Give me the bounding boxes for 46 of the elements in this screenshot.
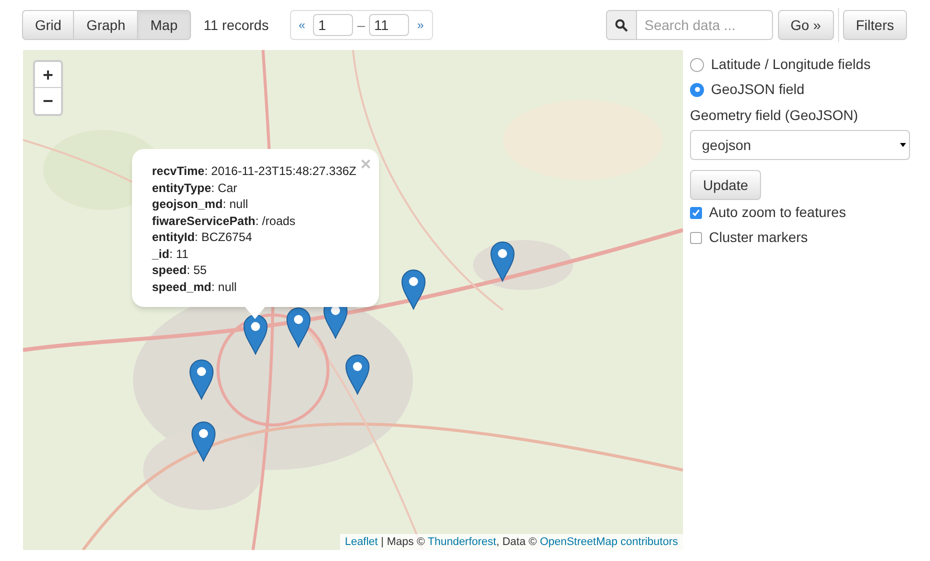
map-marker-icon[interactable] [188,359,214,400]
checkbox-label: Cluster markers [709,228,808,247]
radio-button[interactable] [690,82,704,96]
map-attribution: Leaflet | Maps © Thunderforest, Data © OpenStreetMap contributors [340,534,683,550]
search-icon [614,18,628,32]
view-tab[interactable]: Graph [73,10,138,40]
previous-page-button[interactable]: « [294,16,310,34]
map-marker-icon[interactable] [242,314,268,355]
radio-label: Latitude / Longitude fields [711,55,871,74]
radio-button[interactable] [690,58,704,72]
checkbox[interactable] [690,206,702,218]
update-button[interactable]: Update [690,170,762,200]
popup-field: recvTime: 2016-11-23T15:48:27.336Z [152,163,359,180]
attribution-link[interactable]: OpenStreetMap contributors [540,536,678,548]
popup-field: entityType: Car [152,180,359,196]
popup-field: speed: 55 [152,262,359,278]
go-button[interactable]: Go » [778,10,834,40]
map-marker-icon[interactable] [400,269,426,310]
dropdown-arrow-icon [900,143,906,147]
popup-field: geojson_md: null [152,196,359,212]
view-tab[interactable]: Grid [22,10,74,40]
attribution-link[interactable]: Thunderforest [428,536,496,548]
next-page-button[interactable]: » [413,16,428,34]
to-field[interactable]: 11 [369,14,410,36]
attribution-link[interactable]: Leaflet [344,536,378,548]
record-count: 11 records [204,16,270,34]
filters-button[interactable]: Filters [842,10,907,40]
checkbox[interactable] [690,232,702,244]
popup-field: entityId: BCZ6754 [152,229,359,246]
search-field[interactable]: Search data ... [636,10,773,40]
range-separator: – [357,16,366,34]
view-tab[interactable]: Map [137,10,191,40]
radio-label: GeoJSON field [711,80,804,99]
map-marker-icon[interactable] [344,354,370,395]
checkbox-label: Auto zoom to features [709,203,846,222]
zoom-in-button[interactable]: + [35,62,61,88]
field-label: Geometry field (GeoJSON) [690,106,860,125]
map-marker-icon[interactable] [490,241,514,282]
popup-field: speed_md: null [152,278,359,295]
geometry-select[interactable]: geojson [690,130,910,160]
map-marker-icon[interactable] [286,307,310,348]
popup-field: _id: 11 [152,246,359,262]
from-field[interactable]: 1 [313,14,354,36]
zoom-out-button[interactable]: − [35,88,61,114]
map-marker-icon[interactable] [190,421,216,462]
popup-field: fiwareServicePath: /roads [152,212,359,229]
